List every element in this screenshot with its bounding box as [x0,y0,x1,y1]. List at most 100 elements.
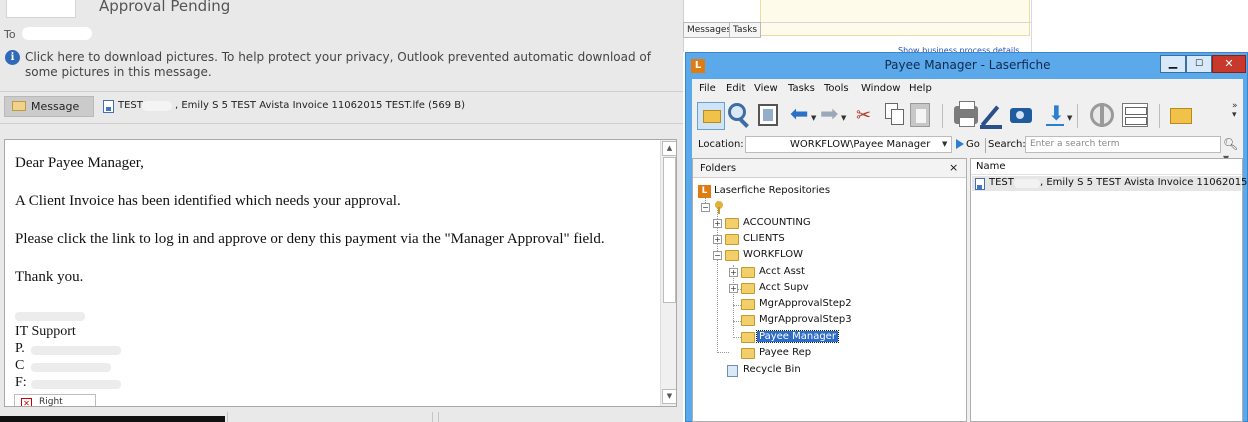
laserfiche-window: L Payee Manager - Laserfiche ▁ ☐ ✕ File … [685,52,1248,422]
go-arrow-icon[interactable] [956,139,964,149]
tree-item-label: CLIENTS [743,233,785,244]
attachment-name-prefix[interactable]: TEST [118,100,143,111]
envelope-icon [12,101,26,111]
pen-icon-base [980,125,1002,129]
folder-icon [741,315,755,326]
new-folder-icon[interactable] [1170,108,1192,124]
close-pane-icon[interactable]: × [949,161,958,174]
expand-icon[interactable]: + [713,235,722,244]
column-header-name[interactable]: Name [976,161,1006,172]
tab-tasks[interactable]: Tasks [729,22,762,38]
minimize-button[interactable]: ▁ [1160,55,1186,73]
tree-item-label: Acct Asst [759,266,805,277]
search-input[interactable]: Enter a search term [1025,136,1221,153]
collapse-icon[interactable]: − [713,251,722,260]
divider [0,91,683,92]
key-icon [715,201,723,214]
menu-help[interactable]: Help [909,83,932,94]
sender-avatar [6,0,76,18]
folders-pane-header: Folders × [693,159,966,178]
location-label: Location: [698,139,744,150]
scroll-up-icon[interactable]: ▲ [662,141,676,156]
collapse-icon[interactable]: − [701,203,710,212]
print-icon[interactable] [954,101,978,127]
close-button[interactable]: ✕ [1212,55,1246,73]
divider [432,412,433,422]
taskbar-fragment [0,416,225,422]
toolbar-separator [1159,104,1160,128]
maximize-button[interactable]: ☐ [1186,55,1212,73]
camera-icon[interactable] [1010,108,1032,123]
expand-icon[interactable]: + [713,219,722,228]
scroll-down-icon[interactable]: ▼ [662,389,676,404]
menu-tools[interactable]: Tools [824,83,849,94]
signature-phone-label: P. [15,341,25,356]
search-icon[interactable] [728,103,746,121]
folder-icon [703,110,721,123]
laserfiche-logo-icon: L [698,185,711,198]
menu-edit[interactable]: Edit [726,83,745,94]
back-dropdown-icon[interactable]: ▼ [811,114,816,122]
download-icon-base [1046,124,1064,126]
tab-messages[interactable]: Messages [683,22,736,38]
search-placeholder: Enter a search term [1030,139,1120,149]
menu-window[interactable]: Window [861,83,900,94]
attachment-file-icon[interactable] [103,100,114,113]
tree-item-label-selected: Payee Manager [756,330,839,343]
laserfiche-client-area: File Edit View Tasks Tools Window Help ⬅… [692,79,1248,422]
blocked-image-placeholder[interactable]: ✕ Right [14,394,96,406]
document-icon [975,178,985,190]
email-body: Dear Payee Manager, A Client Invoice has… [4,139,677,407]
file-name: , Emily S 5 TEST Avista Invoice 11062015… [1040,177,1248,188]
chevron-down-icon[interactable]: ▼ [942,140,947,148]
copy-icon[interactable] [885,103,904,125]
copy-page-front [891,109,904,125]
properties-disc-icon[interactable] [1090,103,1114,127]
metadata-fields-icon[interactable] [1122,103,1148,127]
browse-folders-button[interactable] [697,102,725,130]
cut-scissors-icon[interactable]: ✂ [856,105,871,126]
toolbar-overflow-icon[interactable]: » ▾ [1232,102,1238,120]
divider [0,123,683,124]
body-line-2: Please click the link to log in and appr… [15,231,605,247]
signature-phone-redacted [31,346,121,355]
file-name-redacted [1014,179,1040,188]
divider [985,138,986,153]
search-icon-handle [739,118,749,128]
toolbar-separator [942,104,943,128]
email-subject: Approval Pending [99,0,231,15]
location-combobox[interactable]: WORKFLOW\Payee Manager ▼ [745,136,952,153]
expand-icon[interactable]: + [729,268,738,277]
signature-name-redacted [15,312,85,321]
attachment-name[interactable]: , Emily S 5 TEST Avista Invoice 11062015… [175,100,465,111]
scrollbar-thumb[interactable] [663,157,676,303]
menu-file[interactable]: File [699,83,716,94]
tree-item-label: ACCOUNTING [743,217,811,228]
forward-arrow-icon[interactable]: ➡ [820,104,838,126]
attachment-name-redacted [142,101,172,111]
pen-icon[interactable] [980,105,1000,127]
tree-item-label: Laserfiche Repositories [714,185,831,196]
menu-tasks[interactable]: Tasks [788,83,815,94]
download-pictures-infobar[interactable]: Click here to download pictures. To help… [25,50,675,80]
tree-item-label: MgrApprovalStep2 [759,298,852,309]
body-vertical-scrollbar[interactable]: ▲ ▼ [660,140,676,406]
file-list-pane: Name TEST , Emily S 5 TEST Avista Invoic… [970,158,1248,422]
menu-view[interactable]: View [754,83,778,94]
expand-icon[interactable]: + [729,284,738,293]
tree-line [717,352,729,353]
download-dropdown-icon[interactable]: ▼ [1067,114,1072,122]
toolbar: ⬅ ▼ ➡ ▼ ✂ ⬇ ▼ » ▾ [692,100,1243,132]
folder-icon [741,299,755,310]
download-icon[interactable]: ⬇ [1048,103,1065,123]
file-list-row[interactable]: TEST , Emily S 5 TEST Avista Invoice 110… [972,176,1248,191]
go-button[interactable]: Go [966,139,980,150]
document-viewer-icon[interactable] [758,104,778,126]
message-tab[interactable]: Message [4,96,94,117]
signature-department: IT Support [15,324,76,339]
divider [227,412,228,422]
paste-icon[interactable] [910,103,930,127]
forward-dropdown-icon[interactable]: ▼ [841,114,846,122]
back-arrow-icon[interactable]: ⬅ [790,104,808,126]
recipient-redacted [22,27,92,40]
